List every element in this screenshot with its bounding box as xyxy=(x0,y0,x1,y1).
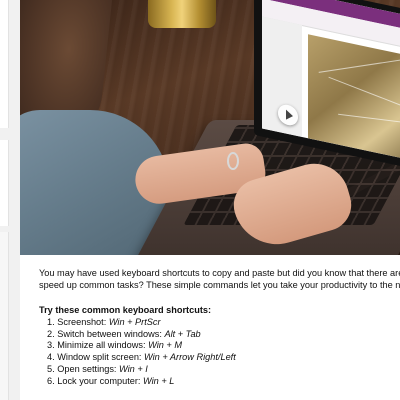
item-label: Switch between windows: xyxy=(57,328,162,339)
item-label: Open settings: xyxy=(57,363,117,374)
play-triangle xyxy=(285,109,293,121)
item-number: 2. xyxy=(47,328,55,339)
list-item: 1. Screenshot: Win + PrtScr xyxy=(47,317,400,329)
shortcut-list: 1. Screenshot: Win + PrtScr 2. Switch be… xyxy=(39,317,400,387)
article-body: You may have used keyboard shortcuts to … xyxy=(20,255,400,387)
shortcuts-heading: Try these common keyboard shortcuts: xyxy=(39,305,212,315)
page: You may have used keyboard shortcuts to … xyxy=(0,0,400,400)
list-item: 2. Switch between windows: Alt + Tab xyxy=(47,329,400,341)
article-card: You may have used keyboard shortcuts to … xyxy=(20,0,400,400)
item-keys: Win + I xyxy=(119,363,148,374)
list-item: 5. Open settings: Win + I xyxy=(47,364,400,376)
item-keys: Win + M xyxy=(148,340,182,351)
item-keys: Alt + Tab xyxy=(164,328,201,339)
item-label: Window split screen: xyxy=(57,352,142,363)
item-keys: Win + PrtScr xyxy=(108,317,161,327)
item-keys: Win + Arrow Right/Left xyxy=(144,352,236,363)
item-label: Lock your computer: xyxy=(57,375,141,386)
item-number: 4. xyxy=(47,352,55,363)
item-number: 3. xyxy=(47,340,55,351)
left-scroll-strip-top xyxy=(0,0,9,128)
intro-line-2: speed up common tasks? These simple comm… xyxy=(39,280,400,290)
item-number: 1. xyxy=(47,317,55,327)
ring xyxy=(227,152,239,170)
item-keys: Win + L xyxy=(143,375,175,386)
item-label: Screenshot: xyxy=(57,317,107,327)
item-number: 6. xyxy=(47,375,55,386)
list-item: 6. Lock your computer: Win + L xyxy=(47,376,400,388)
list-item: 4. Window split screen: Win + Arrow Righ… xyxy=(47,352,400,364)
gold-mug xyxy=(148,0,216,28)
item-number: 5. xyxy=(47,363,55,374)
left-scroll-strip-bottom xyxy=(0,232,9,400)
left-scroll-strip-middle xyxy=(0,140,9,226)
list-item: 3. Minimize all windows: Win + M xyxy=(47,340,400,352)
hero-image xyxy=(20,0,400,255)
item-label: Minimize all windows: xyxy=(57,340,146,351)
intro-line-1: You may have used keyboard shortcuts to … xyxy=(39,268,400,278)
